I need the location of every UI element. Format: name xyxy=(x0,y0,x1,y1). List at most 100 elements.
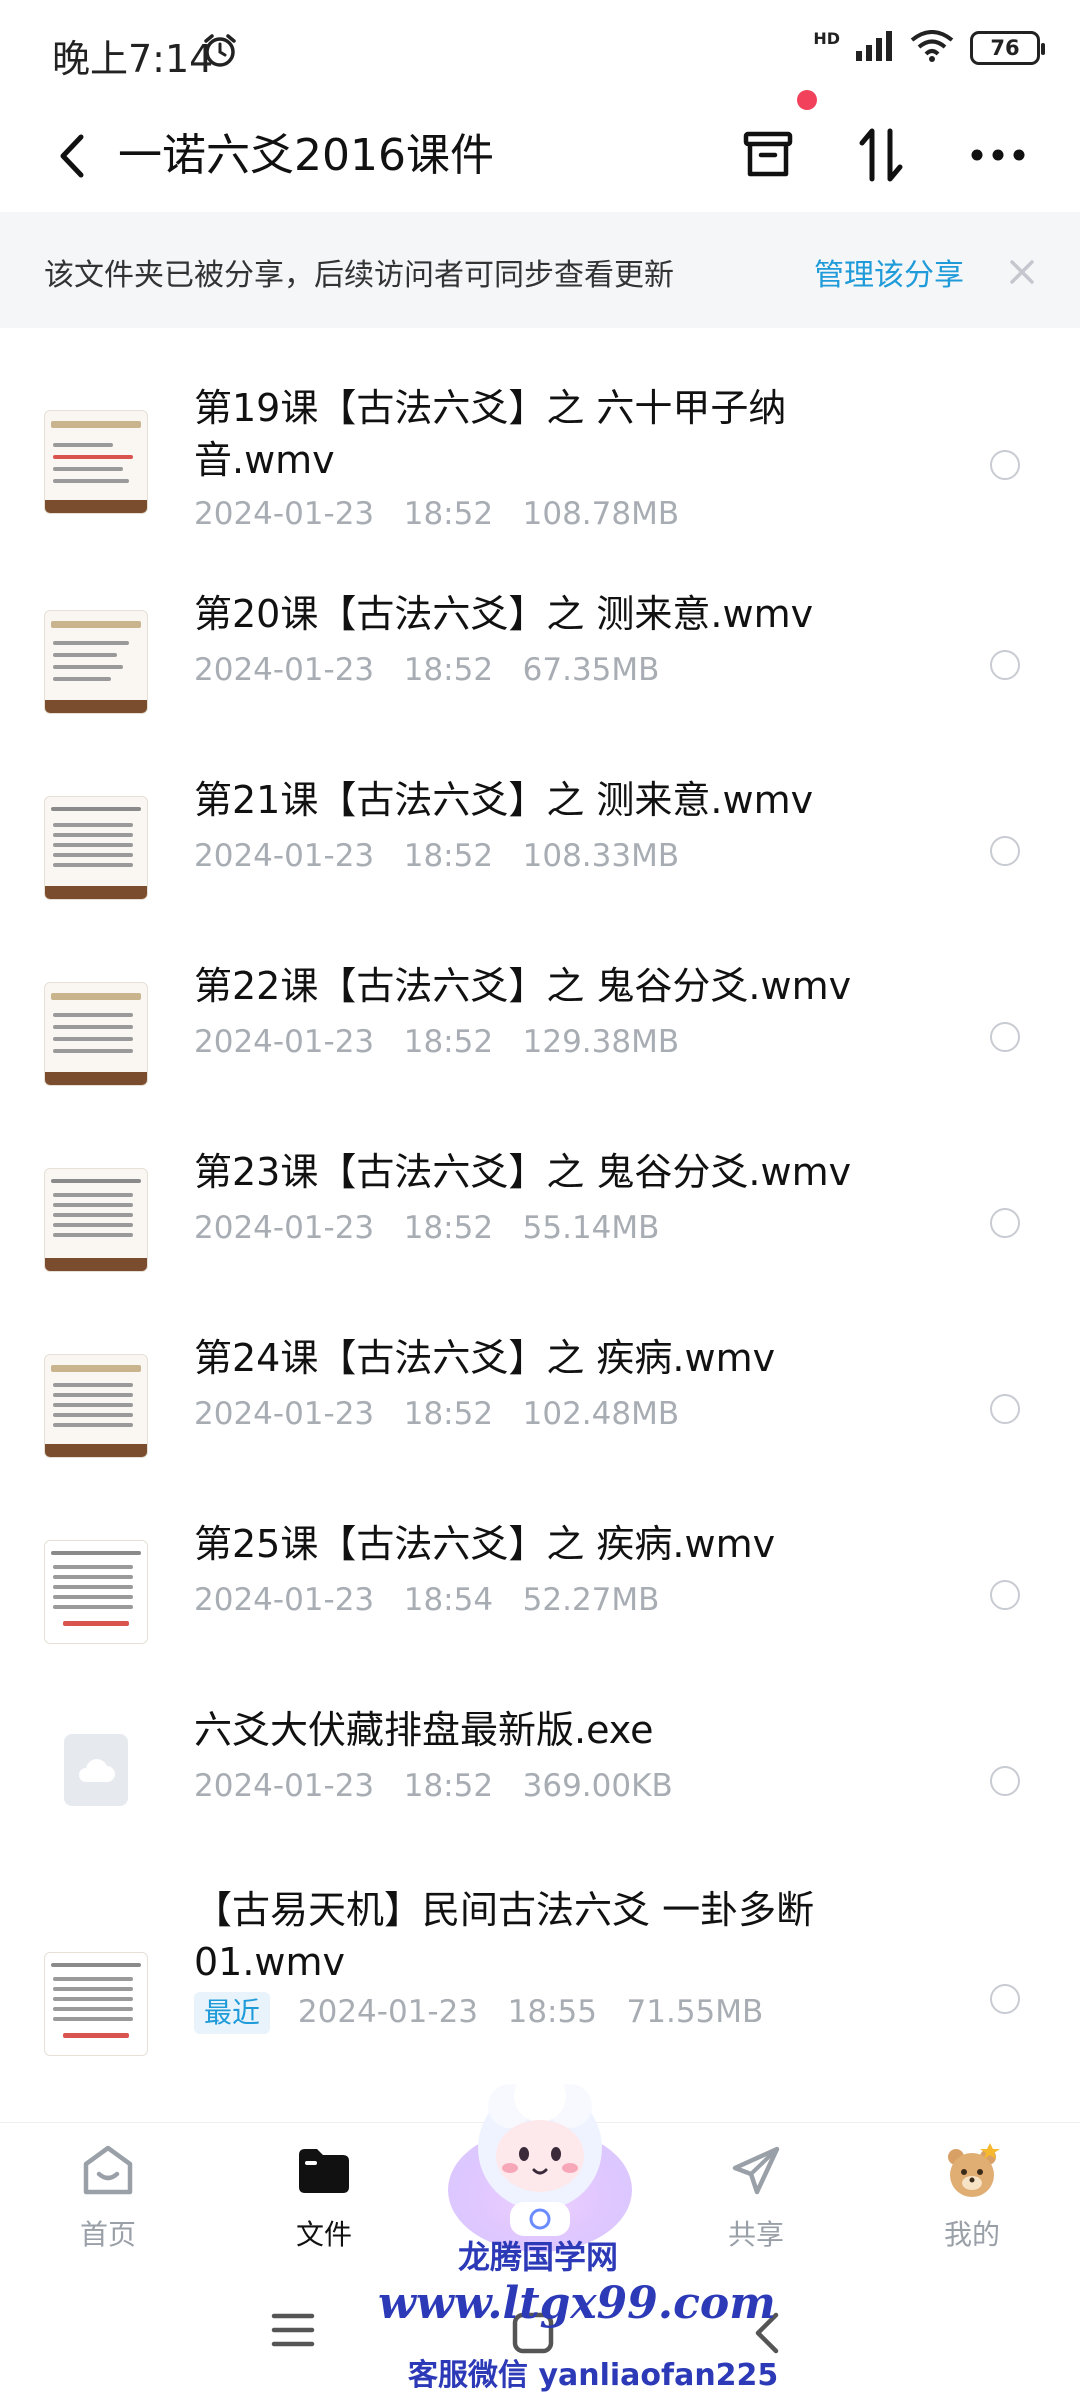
folder-icon xyxy=(254,2139,394,2203)
share-banner-text: 该文件夹已被分享，后续访问者可同步查看更新 xyxy=(44,258,674,293)
chevron-left-icon xyxy=(60,134,84,178)
list-item[interactable]: 第25课【古法六爻】之 疾病.wmv 2024-01-23 18:54 52.2… xyxy=(0,1488,1080,1664)
file-size: 102.48MB xyxy=(522,1396,680,1432)
file-size: 52.27MB xyxy=(522,1582,660,1618)
tab-share[interactable]: 共享 xyxy=(686,2135,826,2265)
file-meta: 2024-01-23 18:52 67.35MB xyxy=(194,650,659,690)
file-time: 18:52 xyxy=(403,1210,494,1246)
tab-home[interactable]: 首页 xyxy=(38,2135,178,2265)
file-name: 第22课【古法六爻】之 鬼谷分爻.wmv xyxy=(194,964,852,1008)
file-date: 2024-01-23 xyxy=(194,1396,375,1432)
select-radio[interactable] xyxy=(990,836,1020,866)
select-radio[interactable] xyxy=(990,1208,1020,1238)
file-time: 18:54 xyxy=(403,1582,494,1618)
video-thumbnail xyxy=(44,1354,148,1458)
more-dots-icon xyxy=(971,149,1025,161)
select-radio[interactable] xyxy=(990,1984,1020,2014)
list-item[interactable]: 第20课【古法六爻】之 测来意.wmv 2024-01-23 18:52 67.… xyxy=(0,558,1080,734)
recent-apps-button[interactable] xyxy=(270,2310,316,2354)
file-meta: 2024-01-23 18:52 55.14MB xyxy=(194,1208,659,1248)
file-meta: 最近 2024-01-23 18:55 71.55MB xyxy=(194,1992,763,2034)
archive-box-icon xyxy=(743,131,793,177)
tab-label: 文件 xyxy=(295,2218,352,2251)
file-meta: 2024-01-23 18:52 102.48MB xyxy=(194,1394,679,1434)
select-radio[interactable] xyxy=(990,1394,1020,1424)
file-time: 18:52 xyxy=(403,1768,494,1804)
tab-label: 共享 xyxy=(727,2218,784,2251)
file-name: 第23课【古法六爻】之 鬼谷分爻.wmv xyxy=(194,1150,852,1194)
list-item[interactable]: 第24课【古法六爻】之 疾病.wmv 2024-01-23 18:52 102.… xyxy=(0,1302,1080,1478)
file-date: 2024-01-23 xyxy=(194,1210,375,1246)
page-title: 一诺六爻2016课件 xyxy=(118,130,494,181)
manage-share-link[interactable]: 管理该分享 xyxy=(814,250,964,294)
close-icon xyxy=(1010,260,1034,284)
status-bar: 晚上7:14 HD 76 xyxy=(0,0,1080,100)
file-name: 第21课【古法六爻】之 测来意.wmv xyxy=(194,778,814,822)
list-item[interactable]: 第22课【古法六爻】之 鬼谷分爻.wmv 2024-01-23 18:52 12… xyxy=(0,930,1080,1106)
file-size: 55.14MB xyxy=(522,1210,660,1246)
recent-badge: 最近 xyxy=(194,1992,271,2034)
file-time: 18:52 xyxy=(403,838,494,874)
file-meta: 2024-01-23 18:54 52.27MB xyxy=(194,1580,659,1620)
file-size: 108.78MB xyxy=(522,496,680,532)
select-radio[interactable] xyxy=(990,650,1020,680)
file-time: 18:52 xyxy=(403,496,494,532)
file-list: 第19课【古法六爻】之 六十甲子纳音.wmv 2024-01-23 18:52 … xyxy=(0,328,1080,2118)
file-size: 129.38MB xyxy=(522,1024,680,1060)
back-button[interactable] xyxy=(42,122,102,190)
file-date: 2024-01-23 xyxy=(194,496,375,532)
file-meta: 2024-01-23 18:52 129.38MB xyxy=(194,1022,679,1062)
video-thumbnail xyxy=(44,982,148,1086)
list-item[interactable]: 第21课【古法六爻】之 测来意.wmv 2024-01-23 18:52 108… xyxy=(0,744,1080,920)
battery-indicator: 76 xyxy=(970,31,1045,65)
signal-icon xyxy=(856,31,894,65)
file-time: 18:52 xyxy=(403,1396,494,1432)
select-radio[interactable] xyxy=(990,1766,1020,1796)
transfer-list-button[interactable] xyxy=(735,120,801,190)
list-item[interactable]: 六爻大伏藏排盘最新版.exe 2024-01-23 18:52 369.00KB xyxy=(0,1674,1080,1850)
list-item[interactable]: 第19课【古法六爻】之 六十甲子纳音.wmv 2024-01-23 18:52 … xyxy=(0,328,1080,532)
file-size: 108.33MB xyxy=(522,838,680,874)
status-indicators: HD 76 xyxy=(813,28,1045,66)
file-size: 369.00KB xyxy=(522,1768,673,1804)
home-icon xyxy=(38,2139,178,2203)
tab-label: 我的 xyxy=(943,2218,1000,2251)
select-radio[interactable] xyxy=(990,1580,1020,1610)
list-item[interactable]: 【古易天机】民间古法六爻 一卦多断01.wmv 最近 2024-01-23 18… xyxy=(0,1860,1080,2100)
file-time: 18:55 xyxy=(507,1994,597,2030)
list-item[interactable]: 第23课【古法六爻】之 鬼谷分爻.wmv 2024-01-23 18:52 55… xyxy=(0,1116,1080,1292)
wifi-icon xyxy=(910,30,954,66)
more-options-button[interactable] xyxy=(962,120,1034,190)
tab-files[interactable]: 文件 xyxy=(254,2135,394,2265)
select-radio[interactable] xyxy=(990,1022,1020,1052)
file-time: 18:52 xyxy=(403,652,494,688)
sort-button[interactable] xyxy=(848,120,914,190)
header: 一诺六爻2016课件 xyxy=(0,90,1080,212)
close-banner-button[interactable] xyxy=(998,248,1046,296)
send-icon xyxy=(686,2139,826,2203)
file-date: 2024-01-23 xyxy=(194,1024,375,1060)
file-size: 71.55MB xyxy=(626,1994,764,2030)
sort-arrows-icon xyxy=(859,128,903,182)
file-name: 第20课【古法六爻】之 测来意.wmv xyxy=(194,592,814,636)
select-radio[interactable] xyxy=(990,450,1020,480)
file-meta: 2024-01-23 18:52 108.78MB xyxy=(194,494,679,534)
tab-profile[interactable]: 我的 xyxy=(902,2135,1042,2265)
video-thumbnail xyxy=(44,1540,148,1644)
menu-icon xyxy=(271,2313,315,2347)
file-name: 第19课【古法六爻】之 六十甲子纳音.wmv xyxy=(194,386,787,482)
network-type-label: HD xyxy=(813,28,840,48)
watermark-url: www.ltgx99.com xyxy=(378,2278,776,2329)
file-date: 2024-01-23 xyxy=(194,1582,375,1618)
file-date: 2024-01-23 xyxy=(297,1994,479,2030)
cloud-file-icon xyxy=(64,1734,128,1806)
watermark-contact: 客服微信 yanliaofan225 xyxy=(408,2358,779,2393)
file-name: 第24课【古法六爻】之 疾病.wmv xyxy=(194,1336,776,1380)
notification-dot xyxy=(797,90,817,110)
alarm-clock-icon xyxy=(202,32,238,72)
file-date: 2024-01-23 xyxy=(194,652,375,688)
tab-label: 首页 xyxy=(79,2218,136,2251)
status-time: 晚上7:14 xyxy=(52,37,214,81)
file-meta: 2024-01-23 18:52 108.33MB xyxy=(194,836,679,876)
video-thumbnail xyxy=(44,1952,148,2056)
